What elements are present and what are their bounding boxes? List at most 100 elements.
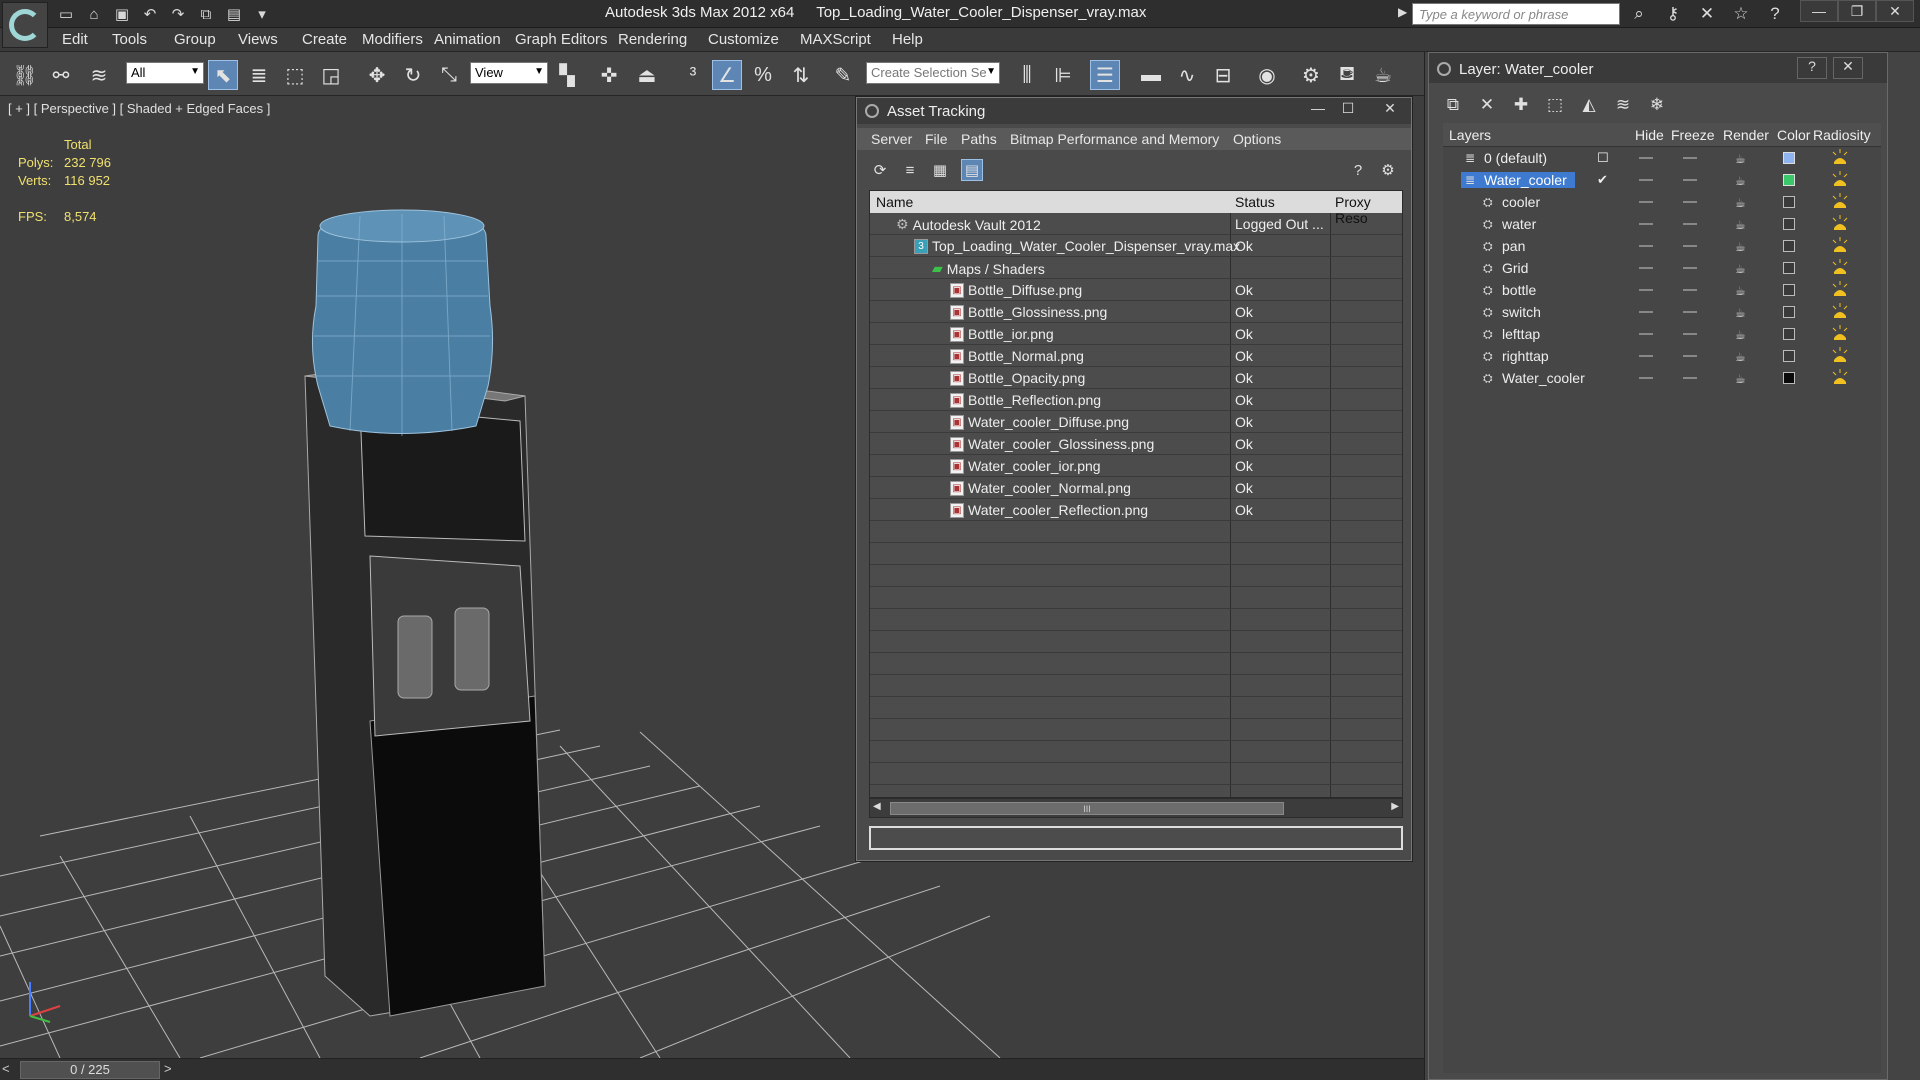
layer-name-cell[interactable]: ⛭ pan bbox=[1483, 238, 1525, 254]
hide-toggle[interactable] bbox=[1639, 289, 1653, 291]
asset-row[interactable]: ▣ Bottle_Opacity.png Ok bbox=[870, 367, 1402, 389]
layer-row[interactable]: ⛭ pan ☕ bbox=[1443, 235, 1881, 257]
layer-row[interactable]: ⛭ righttap ☕ bbox=[1443, 345, 1881, 367]
menu-group[interactable]: Group bbox=[174, 31, 216, 48]
hide-toggle[interactable] bbox=[1639, 333, 1653, 335]
hide-toggle[interactable] bbox=[1639, 355, 1653, 357]
freeze-all-layers-icon[interactable]: ❄ bbox=[1645, 93, 1669, 117]
add-to-layer-icon[interactable]: ✚ bbox=[1509, 93, 1533, 117]
dropdown-icon[interactable]: ▾ bbox=[251, 3, 273, 25]
render-teapot-icon[interactable]: ☕ bbox=[1735, 152, 1749, 166]
asset-row[interactable]: ▣ Water_cooler_Diffuse.png Ok bbox=[870, 411, 1402, 433]
radiosity-icon[interactable] bbox=[1831, 368, 1849, 386]
minimize-button[interactable]: — bbox=[1800, 0, 1838, 22]
scroll-right-icon[interactable]: ▶ bbox=[1391, 801, 1399, 812]
layer-row[interactable]: ⛭ bottle ☕ bbox=[1443, 279, 1881, 301]
window-crossing-icon[interactable]: ◲ bbox=[316, 60, 346, 90]
delete-layer-icon[interactable]: ✕ bbox=[1475, 93, 1499, 117]
radiosity-icon[interactable] bbox=[1831, 302, 1849, 320]
asset-tracking-titlebar[interactable]: Asset Tracking — ☐ ✕ bbox=[857, 98, 1411, 124]
menu-graph-editors[interactable]: Graph Editors bbox=[515, 31, 608, 48]
freeze-toggle[interactable] bbox=[1683, 311, 1697, 313]
freeze-toggle[interactable] bbox=[1683, 201, 1697, 203]
menu-help[interactable]: Help bbox=[892, 31, 923, 48]
layer-color-swatch[interactable] bbox=[1783, 196, 1795, 208]
hide-toggle[interactable] bbox=[1639, 223, 1653, 225]
layer-close-button[interactable]: ✕ bbox=[1833, 57, 1863, 79]
asset-row[interactable]: ▣ Water_cooler_ior.png Ok bbox=[870, 455, 1402, 477]
layer-row[interactable]: ⛭ cooler ☕ bbox=[1443, 191, 1881, 213]
asset-menu-bitmap-performance[interactable]: Bitmap Performance and Memory bbox=[1010, 131, 1219, 147]
layer-row[interactable]: ⛭ Grid ☕ bbox=[1443, 257, 1881, 279]
column-freeze[interactable]: Freeze bbox=[1671, 127, 1715, 143]
scroll-left-icon[interactable]: ◀ bbox=[873, 801, 881, 812]
layer-help-button[interactable]: ? bbox=[1797, 57, 1827, 79]
layer-color-swatch[interactable] bbox=[1783, 152, 1795, 164]
time-slider[interactable]: 0 / 225 bbox=[20, 1061, 160, 1079]
layer-name-cell[interactable]: ⛭ Water_cooler bbox=[1483, 370, 1585, 386]
key-icon[interactable]: ⚷ bbox=[1660, 2, 1686, 26]
render-teapot-icon[interactable]: ☕ bbox=[1735, 240, 1749, 254]
radiosity-icon[interactable] bbox=[1831, 148, 1849, 166]
edit-named-selection-icon[interactable]: ✎ bbox=[828, 60, 858, 90]
close-button[interactable]: ✕ bbox=[1876, 0, 1914, 22]
render-teapot-icon[interactable]: ☕ bbox=[1735, 284, 1749, 298]
hide-all-layers-icon[interactable]: ≋ bbox=[1611, 93, 1635, 117]
active-layer-check-icon[interactable]: ✔ bbox=[1597, 172, 1608, 188]
select-objects-in-layer-icon[interactable]: ⬚ bbox=[1543, 93, 1567, 117]
asset-path-field[interactable] bbox=[869, 826, 1403, 850]
restore-button[interactable]: ❐ bbox=[1838, 0, 1876, 22]
freeze-toggle[interactable] bbox=[1683, 289, 1697, 291]
asset-row[interactable]: ▣ Water_cooler_Normal.png Ok bbox=[870, 477, 1402, 499]
layer-color-swatch[interactable] bbox=[1783, 218, 1795, 230]
select-manipulate-icon[interactable]: ✜ bbox=[594, 60, 624, 90]
column-color[interactable]: Color bbox=[1777, 127, 1810, 143]
subscription-icon[interactable]: ✕ bbox=[1694, 2, 1720, 26]
asset-menu-server[interactable]: Server bbox=[871, 131, 912, 147]
hide-toggle[interactable] bbox=[1639, 311, 1653, 313]
time-next-button[interactable]: > bbox=[164, 1061, 182, 1079]
spinner-snap-icon[interactable]: ⇅ bbox=[786, 60, 816, 90]
help-icon[interactable]: ? bbox=[1347, 159, 1369, 181]
menu-rendering[interactable]: Rendering bbox=[618, 31, 687, 48]
radiosity-icon[interactable] bbox=[1831, 170, 1849, 188]
menu-edit[interactable]: Edit bbox=[62, 31, 88, 48]
render-teapot-icon[interactable]: ☕ bbox=[1735, 218, 1749, 232]
asset-row[interactable]: ▣ Bottle_Reflection.png Ok bbox=[870, 389, 1402, 411]
layer-manager-titlebar[interactable]: Layer: Water_cooler ? ✕ bbox=[1429, 53, 1887, 83]
pivot-center-icon[interactable]: ▚ bbox=[552, 60, 582, 90]
layer-row[interactable]: ⛭ lefttap ☕ bbox=[1443, 323, 1881, 345]
layer-name-cell[interactable]: ⛭ lefttap bbox=[1483, 326, 1540, 342]
star-icon[interactable]: ☆ bbox=[1728, 2, 1754, 26]
create-layer-icon[interactable]: ⧉ bbox=[1441, 93, 1465, 117]
freeze-toggle[interactable] bbox=[1683, 333, 1697, 335]
mirror-icon[interactable]: ⫼ bbox=[1012, 60, 1042, 90]
refresh-icon[interactable]: ⟳ bbox=[869, 159, 891, 181]
freeze-toggle[interactable] bbox=[1683, 377, 1697, 379]
hide-toggle[interactable] bbox=[1639, 267, 1653, 269]
binoculars-icon[interactable]: ⌕ bbox=[1626, 2, 1652, 26]
link-icon[interactable]: ⛓ bbox=[10, 60, 40, 90]
asset-row[interactable]: 3 Top_Loading_Water_Cooler_Dispenser_vray… bbox=[870, 235, 1402, 257]
render-teapot-icon[interactable]: ☕ bbox=[1735, 262, 1749, 276]
layer-color-swatch[interactable] bbox=[1783, 174, 1795, 186]
layer-name-cell[interactable]: ⛭ water bbox=[1483, 216, 1536, 232]
radiosity-icon[interactable] bbox=[1831, 214, 1849, 232]
layer-color-swatch[interactable] bbox=[1783, 284, 1795, 296]
undo-icon[interactable]: ↶ bbox=[139, 3, 161, 25]
settings-icon[interactable]: ⚙ bbox=[1377, 159, 1399, 181]
project-icon[interactable]: ⧉ bbox=[195, 3, 217, 25]
search-expand-icon[interactable]: ▶ bbox=[1398, 5, 1408, 23]
render-production-icon[interactable]: ☕ bbox=[1368, 60, 1398, 90]
render-teapot-icon[interactable]: ☕ bbox=[1735, 350, 1749, 364]
search-input[interactable]: Type a keyword or phrase bbox=[1412, 3, 1620, 25]
hide-toggle[interactable] bbox=[1639, 245, 1653, 247]
layer-color-swatch[interactable] bbox=[1783, 306, 1795, 318]
scroll-thumb[interactable]: III bbox=[890, 802, 1284, 815]
radiosity-icon[interactable] bbox=[1831, 192, 1849, 210]
save-icon[interactable]: ▣ bbox=[111, 3, 133, 25]
asset-row[interactable]: ▣ Water_cooler_Glossiness.png Ok bbox=[870, 433, 1402, 455]
layer-name-cell[interactable]: ⛭ bottle bbox=[1483, 282, 1536, 298]
hide-toggle[interactable] bbox=[1639, 157, 1653, 159]
align-icon[interactable]: ⊫ bbox=[1048, 60, 1078, 90]
